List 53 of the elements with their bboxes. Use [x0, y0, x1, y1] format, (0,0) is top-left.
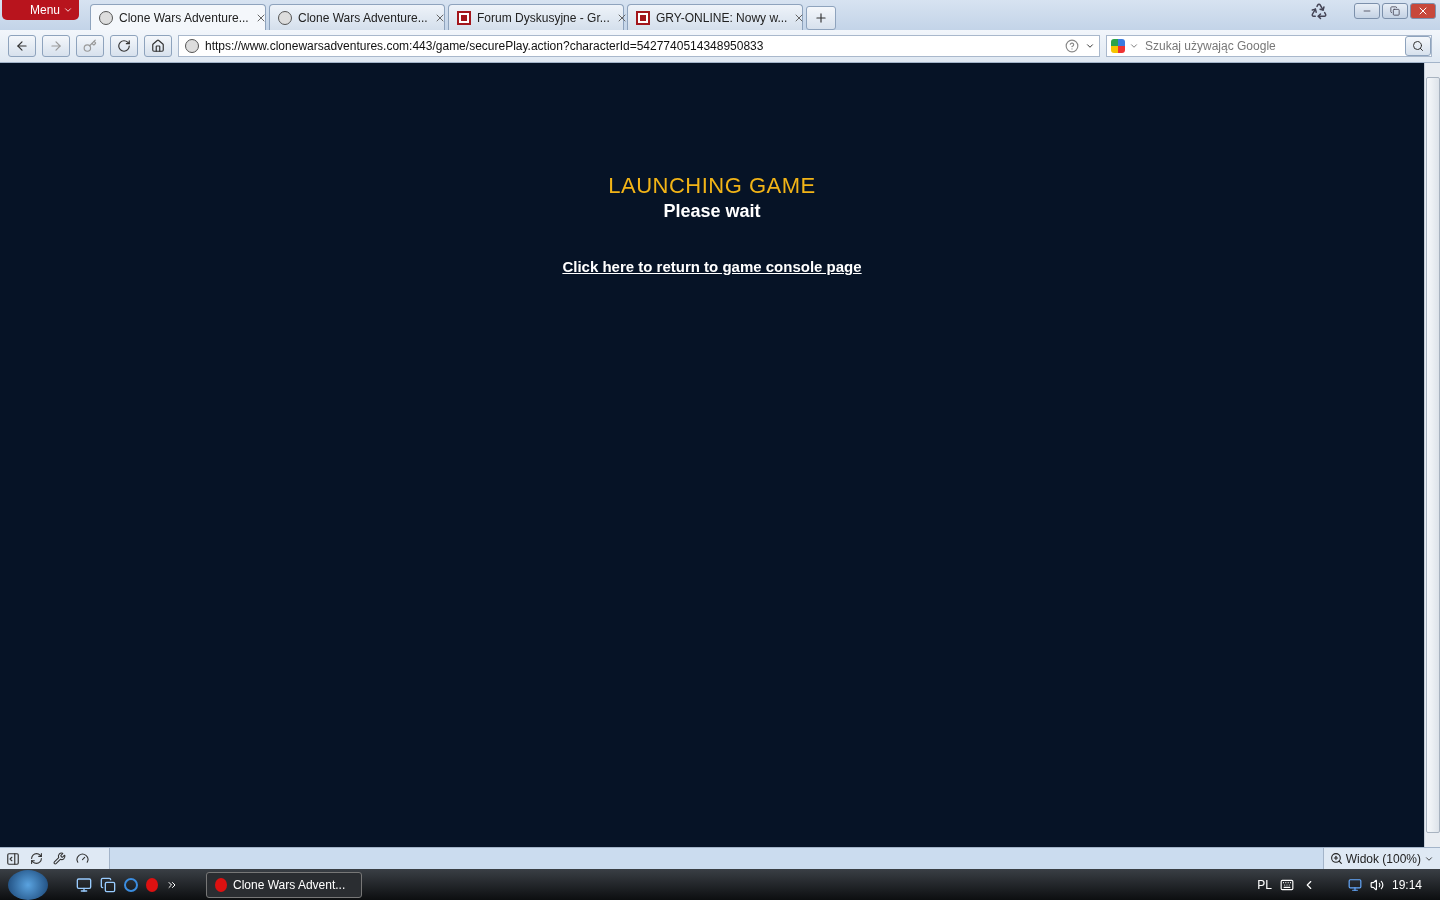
restore-button[interactable] [1382, 3, 1408, 19]
caret-icon [63, 5, 74, 15]
language-indicator[interactable]: PL [1257, 877, 1272, 892]
page-subtitle: Please wait [663, 201, 761, 222]
caret-icon[interactable] [1129, 41, 1139, 51]
wrench-icon[interactable] [53, 852, 66, 865]
search-button[interactable] [1405, 36, 1431, 56]
network-icon[interactable] [1347, 877, 1362, 892]
back-button[interactable] [8, 35, 36, 57]
volume-icon[interactable] [1369, 877, 1384, 892]
menu-button[interactable]: Menu [2, 0, 80, 20]
page-title: LAUNCHING GAME [608, 173, 816, 199]
desktop-icon[interactable] [76, 876, 92, 893]
home-icon [151, 39, 165, 53]
clock[interactable]: 19:14 [1391, 877, 1422, 892]
browser-tab[interactable]: Clone Wars Adventure... [269, 4, 446, 30]
plus-icon [814, 11, 829, 25]
close-button[interactable] [1410, 3, 1436, 19]
address-field[interactable]: https://www.clonewarsadventures.com:443/game/securePlay.action?characterId=5427740514348950833 [178, 35, 1100, 57]
taskbar-window[interactable]: Clone Wars Advent... [206, 871, 362, 898]
caret-icon[interactable] [1085, 41, 1095, 51]
keyboard-icon[interactable] [1279, 877, 1294, 892]
site-logo-icon [636, 10, 651, 25]
help-icon[interactable] [1065, 39, 1079, 53]
browser-icon[interactable] [146, 877, 158, 892]
browser-tab[interactable]: Clone Wars Adventure... [90, 4, 267, 30]
search-bar[interactable]: Szukaj używając Google [1106, 35, 1432, 57]
start-button[interactable] [8, 869, 48, 900]
panel-icon[interactable] [6, 851, 20, 866]
return-link[interactable]: Click here to return to game console page [562, 258, 862, 275]
scrollbar[interactable] [1424, 63, 1440, 847]
gauge-icon[interactable] [76, 852, 89, 865]
home-button[interactable] [144, 35, 172, 57]
zoom-button[interactable]: Widok (100%) [1322, 848, 1440, 869]
browser-tab[interactable]: Forum Dyskusyjne - Gr... [448, 4, 625, 30]
site-logo-icon [457, 10, 472, 25]
reload-icon [117, 39, 131, 53]
sync-icon[interactable] [30, 852, 43, 865]
windows-icon[interactable] [100, 876, 116, 893]
search-icon [1412, 40, 1424, 52]
trash-icon[interactable] [1310, 2, 1328, 20]
browser-icon[interactable] [124, 877, 138, 892]
forward-arrow-icon [49, 39, 63, 53]
minimize-button[interactable] [1354, 3, 1380, 19]
new-tab-button[interactable] [806, 6, 837, 30]
zoom-icon [1329, 852, 1343, 865]
browser-icon [215, 877, 227, 892]
close-icon [1417, 5, 1429, 17]
reload-button[interactable] [110, 35, 138, 57]
search-engine-icon[interactable] [1111, 39, 1125, 53]
restore-icon [1390, 6, 1400, 16]
key-icon [83, 39, 97, 53]
browser-tab[interactable]: GRY-ONLINE: Nowy w... [627, 4, 804, 30]
